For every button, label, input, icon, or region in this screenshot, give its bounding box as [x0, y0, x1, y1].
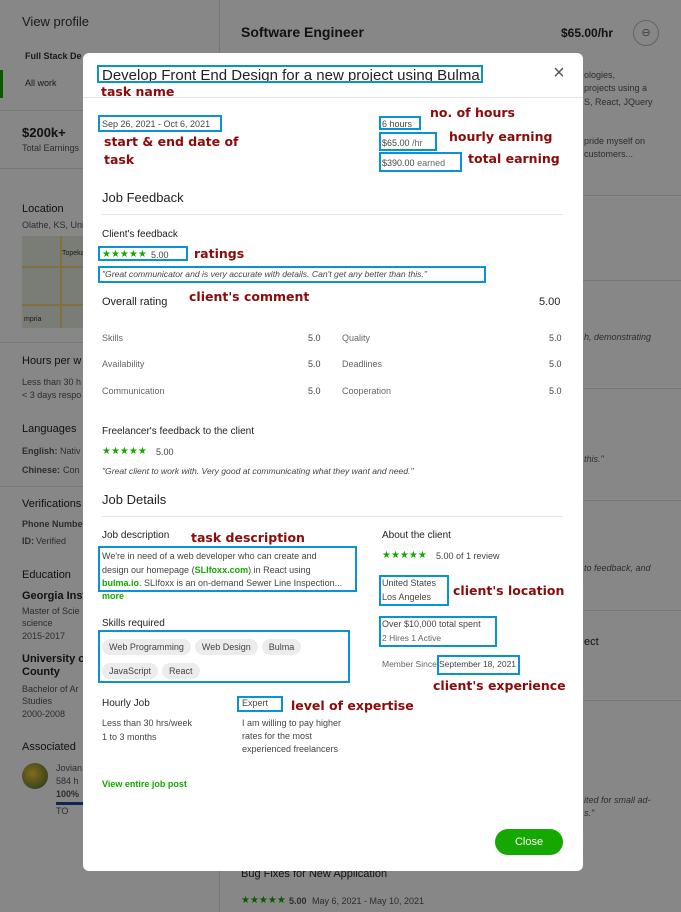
annotation-box-date — [98, 115, 222, 132]
rating-label-quality: Quality — [342, 333, 371, 343]
rating-label-cooperation: Cooperation — [342, 386, 392, 396]
about-client-rating: 5.00 of 1 review — [436, 551, 500, 561]
annotation-label-client-experience: client's experience — [433, 678, 566, 693]
annotation-label-task-name: task name — [101, 84, 175, 99]
annotation-box-client-spent — [379, 616, 497, 647]
annotation-box-hourly-rate — [379, 132, 437, 151]
annotation-label-hourly-rate: hourly earning — [449, 129, 553, 144]
annotation-label-client-comment: client's comment — [189, 289, 310, 304]
rating-value-availability: 5.0 — [308, 359, 321, 369]
rating-label-deadlines: Deadlines — [342, 359, 383, 369]
annotation-label-task-description: task description — [191, 530, 305, 545]
annotation-box-client-comment — [98, 266, 486, 283]
rating-value-communication: 5.0 — [308, 386, 321, 396]
annotation-box-task-description — [98, 546, 357, 592]
annotation-box-hours — [379, 116, 421, 130]
overall-rating-label: Overall rating — [102, 296, 168, 308]
annotation-box-task-name — [97, 65, 483, 83]
annotation-label-date: start & end date of — [104, 134, 239, 149]
expertise-description: experienced freelancers — [242, 744, 339, 754]
rating-value-cooperation: 5.0 — [549, 386, 562, 396]
rating-value-skills: 5.0 — [308, 333, 321, 343]
close-icon[interactable]: × — [550, 63, 568, 83]
expertise-description: I am willing to pay higher — [242, 718, 342, 728]
annotation-box-ratings — [98, 246, 188, 261]
job-feedback-heading: Job Feedback — [102, 190, 184, 205]
annotation-label-total-earning: total earning — [468, 151, 560, 166]
annotation-label-ratings: ratings — [194, 246, 245, 261]
annotation-label-client-location: client's location — [453, 583, 565, 598]
job-details-modal: Develop Front End Design for a new proje… — [83, 53, 583, 871]
job-details-heading: Job Details — [102, 492, 167, 507]
about-client-stars: ★★★★★ — [382, 550, 427, 561]
annotation-box-member-since — [437, 655, 520, 675]
rating-value-quality: 5.0 — [549, 333, 562, 343]
overall-rating-value: 5.00 — [539, 296, 561, 308]
more-link[interactable]: more — [102, 591, 124, 601]
rating-label-communication: Communication — [102, 386, 165, 396]
annotation-label-hours: no. of hours — [430, 105, 515, 120]
hourly-job-duration: 1 to 3 months — [102, 732, 157, 742]
member-since-label: Member Since — [382, 659, 437, 669]
rating-label-skills: Skills — [102, 333, 124, 343]
freelancer-feedback-label: Freelancer's feedback to the client — [102, 426, 254, 437]
freelancer-rating-stars: ★★★★★ — [102, 446, 147, 457]
view-entire-job-post-link[interactable]: View entire job post — [102, 779, 187, 789]
freelancer-rating-value: 5.00 — [156, 447, 174, 457]
hourly-job-hours: Less than 30 hrs/week — [102, 718, 193, 728]
annotation-box-client-location — [379, 575, 449, 606]
divider — [102, 516, 563, 517]
annotation-label-date: task — [104, 152, 135, 167]
annotation-box-total-earning — [379, 152, 462, 172]
divider — [102, 214, 563, 215]
rating-value-deadlines: 5.0 — [549, 359, 562, 369]
annotation-box-expertise — [237, 696, 283, 712]
annotation-label-expertise: level of expertise — [291, 698, 414, 713]
annotation-box-skills — [98, 630, 350, 683]
clients-feedback-label: Client's feedback — [102, 229, 178, 240]
expertise-description: rates for the most — [242, 731, 313, 741]
close-button[interactable]: Close — [495, 829, 563, 855]
freelancer-comment: "Great client to work with. Very good at… — [102, 466, 414, 476]
skills-required-label: Skills required — [102, 618, 165, 629]
hourly-job-label: Hourly Job — [102, 698, 150, 709]
about-client-label: About the client — [382, 530, 451, 541]
rating-label-availability: Availability — [102, 359, 145, 369]
job-description-label: Job description — [102, 530, 170, 541]
